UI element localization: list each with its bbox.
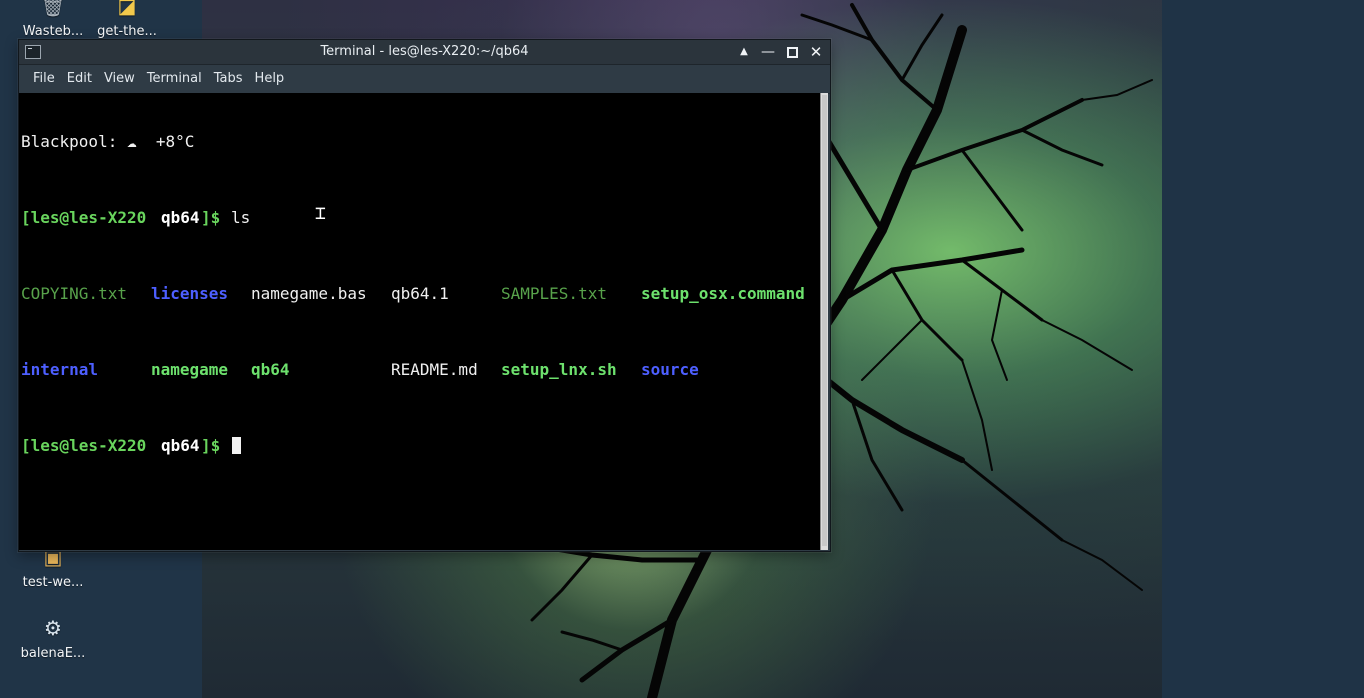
desktop-icon-label: get-the... [97,24,157,39]
file-readme: README.md [391,360,478,379]
prompt-user-host: [les@les-X220 [21,208,147,227]
desktop-icon-label: Wasteb... [22,24,84,39]
maximize-icon [786,46,798,58]
desktop: 🗑 Wasteb... ◪ get-the... ▣ test-we... ⚙ … [0,0,1364,698]
shade-button[interactable]: ▲ [734,42,754,62]
terminal-line-weather: Blackpool: ☁ +8°C [21,132,818,151]
file-copying: COPYING.txt [21,284,127,303]
dir-licenses: licenses [151,284,229,303]
desktop-icon-get-the[interactable]: ◪ get-the... [90,0,164,39]
prompt-suffix: ]$ [201,208,221,227]
terminal-line-ls-row-1: COPYING.txt licenses namegame.bas qb64.1… [21,284,818,303]
menu-terminal[interactable]: Terminal [141,70,208,88]
menu-file[interactable]: File [27,70,61,88]
prompt-directory: qb64 [161,436,200,455]
prompt-directory: qb64 [161,208,200,227]
menu-view[interactable]: View [98,70,141,88]
desktop-icon-wastebasket[interactable]: 🗑 Wasteb... [16,0,90,39]
window-controls: ▲ — ✕ [734,42,826,62]
minimize-icon: — [761,44,775,60]
terminal-line-current-prompt: [les@les-X220 qb64 ]$ [21,436,818,455]
prompt-user-host: [les@les-X220 [21,436,147,455]
close-button[interactable]: ✕ [806,42,826,62]
file-setup-osx: setup_osx.command [641,284,805,303]
desktop-icon-label: test-we... [22,575,84,590]
desktop-icon-label: balenaE... [20,646,86,661]
terminal-window[interactable]: Terminal - les@les-X220:~/qb64 ▲ — ✕ Fil… [18,39,831,552]
file-qb64: qb64 [251,360,290,379]
python-script-icon: ◪ [117,0,137,18]
weather-text: Blackpool: ☁ +8°C [21,132,195,151]
file-qb64-1: qb64.1 [391,284,449,303]
terminal-line-ls-command: [les@les-X220 qb64 ]$ ls [21,208,818,227]
minimize-button[interactable]: — [758,42,778,62]
desktop-right-panel [1162,0,1364,698]
maximize-button[interactable] [782,42,802,62]
prompt-suffix: ]$ [201,436,221,455]
file-namegame: namegame [151,360,229,379]
trash-icon: 🗑 [40,0,66,18]
dir-source: source [641,360,699,379]
terminal-title: Terminal - les@les-X220:~/qb64 [320,44,529,59]
dir-internal: internal [21,360,99,379]
close-icon: ✕ [809,43,823,61]
terminal-titlebar[interactable]: Terminal - les@les-X220:~/qb64 ▲ — ✕ [19,40,830,65]
terminal-menubar: File Edit View Terminal Tabs Help [19,65,830,94]
menu-help[interactable]: Help [249,70,291,88]
menu-edit[interactable]: Edit [61,70,98,88]
terminal-content[interactable]: Blackpool: ☁ +8°C [les@les-X220 qb64 ]$ … [21,94,818,550]
terminal-line-ls-row-2: internal namegame qb64 README.md setup_l… [21,360,818,379]
menu-tabs[interactable]: Tabs [208,70,249,88]
file-samples: SAMPLES.txt [501,284,607,303]
terminal-cursor [232,437,241,454]
file-namegame-bas: namegame.bas [251,284,367,303]
command-text: ls [231,208,251,227]
desktop-icon-balenaetcher[interactable]: ⚙ balenaE... [16,614,90,662]
triangle-up-icon: ▲ [740,46,748,57]
terminal-scrollbar-thumb[interactable] [822,95,827,546]
terminal-scrollbar[interactable] [820,93,828,550]
terminal-output-area[interactable]: Blackpool: ☁ +8°C [les@les-X220 qb64 ]$ … [19,93,828,550]
file-setup-lnx: setup_lnx.sh [501,360,617,379]
gear-app-icon: ⚙ [44,615,62,640]
